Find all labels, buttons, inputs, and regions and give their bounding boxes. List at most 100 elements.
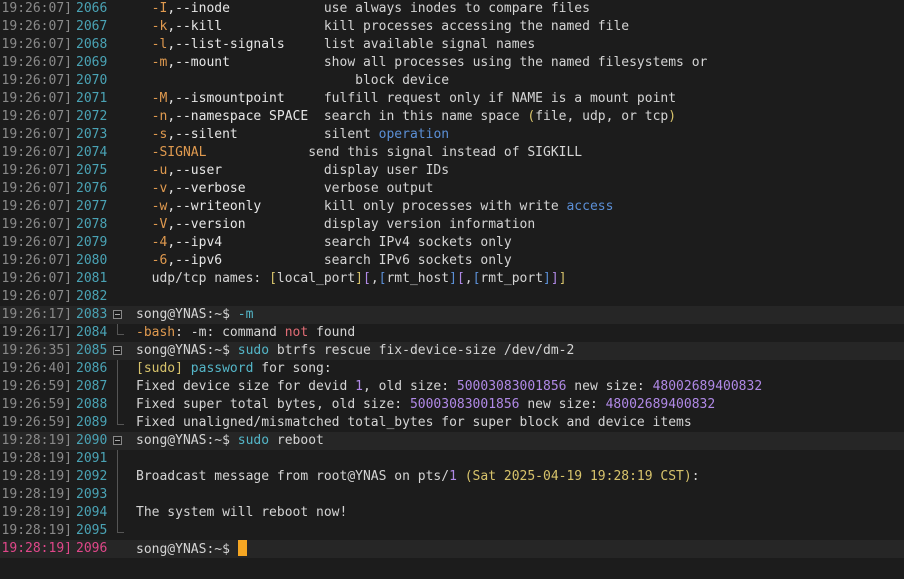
- text-segment: -M: [151, 91, 168, 106]
- line-number: 2071: [76, 91, 108, 106]
- text-segment: local_port: [276, 271, 356, 286]
- fold-gutter[interactable]: [112, 342, 126, 360]
- text-segment: [: [456, 271, 465, 286]
- text-segment: -I: [151, 1, 168, 16]
- line-number: 2068: [76, 37, 108, 52]
- line-text: -M,--ismountpoint fulfill request only i…: [136, 90, 676, 108]
- text-segment: ]: [355, 271, 363, 286]
- terminal-line: 19:26:59] 2089 Fixed unaligned/mismatched …: [0, 414, 904, 432]
- text-segment: -m: [151, 55, 168, 70]
- line-text: The system will reboot now!: [136, 504, 347, 522]
- line-number: 2090: [76, 433, 108, 448]
- terminal-line: 19:26:07] 2081 udp/tcp names: [local_port…: [0, 270, 904, 288]
- line-number: 2082: [76, 289, 108, 304]
- text-segment: (: [527, 109, 536, 124]
- text-segment: Fixed device size for devid: [136, 379, 356, 394]
- line-text: song@YNAS:~$ sudo btrfs rescue fix-devic…: [136, 342, 574, 360]
- terminal-line: 19:26:59] 2088 Fixed super total bytes, ol…: [0, 396, 904, 414]
- terminal-line: 19:26:17] 2083 song@YNAS:~$ -m: [0, 306, 904, 324]
- line-timestamp: 19:28:19]: [1, 523, 72, 538]
- terminal-line: 19:26:07] 2068 -l,--list-signals list ava…: [0, 36, 904, 54]
- text-segment: [: [363, 271, 371, 286]
- text-segment: ,: [370, 271, 379, 286]
- text-segment: [136, 19, 152, 34]
- line-number: 2075: [76, 163, 108, 178]
- fold-gutter[interactable]: [112, 306, 126, 324]
- line-timestamp: 19:26:17]: [1, 325, 72, 340]
- fold-toggle-icon[interactable]: [113, 436, 122, 445]
- text-segment: sudo: [237, 433, 270, 448]
- fold-line-icon: [117, 486, 118, 504]
- terminal-line: 19:26:35] 2085 song@YNAS:~$ sudo btrfs res…: [0, 342, 904, 360]
- text-segment: ,--verbose: [167, 181, 246, 196]
- line-timestamp: 19:28:19]: [1, 451, 72, 466]
- text-segment: -l: [151, 37, 168, 52]
- line-timestamp: 19:26:17]: [1, 307, 72, 322]
- line-timestamp: 19:28:19]: [1, 433, 72, 448]
- fold-toggle-icon[interactable]: [113, 310, 122, 319]
- fold-end-icon: [117, 324, 124, 335]
- line-text: song@YNAS:~$: [136, 540, 247, 559]
- text-segment: 48002689400832: [652, 379, 763, 394]
- text-segment: btrfs rescue fix-device-size /dev/dm-2: [269, 343, 575, 358]
- text-segment: reboot: [269, 433, 324, 448]
- text-segment: -V: [151, 217, 168, 232]
- terminal-line: 19:28:19] 2093: [0, 486, 904, 504]
- fold-gutter: [112, 486, 126, 504]
- text-segment: ,--ipv6: [167, 253, 223, 268]
- text-segment: display version information: [245, 217, 536, 232]
- text-segment: [136, 127, 152, 142]
- text-segment: silent: [237, 127, 379, 142]
- line-text: -v,--verbose verbose output: [136, 180, 434, 198]
- line-number: 2079: [76, 235, 108, 250]
- text-segment: fulfill request only if NAME is a mount …: [284, 91, 677, 106]
- terminal-line: 19:26:07] 2066 -I,--inode use always inod…: [0, 0, 904, 18]
- line-timestamp: 19:28:19]: [1, 487, 72, 502]
- fold-end-icon: [117, 414, 124, 425]
- text-segment: search in this name space: [308, 109, 528, 124]
- text-segment: 50003083001856: [409, 397, 520, 412]
- line-text: -m,--mount show all processes using the …: [136, 54, 708, 72]
- line-number: 2084: [76, 325, 108, 340]
- line-number: 2073: [76, 127, 108, 142]
- line-timestamp: 19:26:07]: [1, 235, 72, 250]
- line-timestamp: 19:26:07]: [1, 271, 72, 286]
- terminal-line: 19:26:07] 2076 -v,--verbose verbose outpu…: [0, 180, 904, 198]
- line-timestamp: 19:26:59]: [1, 415, 72, 430]
- text-segment: ,--namespace SPACE: [167, 109, 309, 124]
- fold-gutter: [112, 396, 126, 414]
- terminal-line: 19:26:07] 2079 -4,--ipv4 search IPv4 sock…: [0, 234, 904, 252]
- line-timestamp: 19:26:07]: [1, 145, 72, 160]
- text-segment: new size:: [519, 397, 606, 412]
- text-segment: for song:: [253, 361, 332, 376]
- fold-gutter[interactable]: [112, 432, 126, 450]
- terminal-line: 19:26:07] 2075 -u,--user display user IDs: [0, 162, 904, 180]
- terminal-line: 19:28:19] 2090 song@YNAS:~$ sudo reboot: [0, 432, 904, 450]
- line-text: song@YNAS:~$ sudo reboot: [136, 432, 324, 450]
- line-text: -SIGNAL send this signal instead of SIGK…: [136, 144, 582, 162]
- text-segment: [136, 109, 152, 124]
- text-segment: [136, 235, 152, 250]
- line-text: -4,--ipv4 search IPv4 sockets only: [136, 234, 512, 252]
- text-segment: rmt_port: [480, 271, 544, 286]
- text-segment: [136, 217, 152, 232]
- line-text: Fixed unaligned/mismatched total_bytes f…: [136, 414, 692, 432]
- line-number: 2092: [76, 469, 108, 484]
- terminal-line: 19:26:07] 2082: [0, 288, 904, 306]
- line-number: 2078: [76, 217, 108, 232]
- text-segment: display user IDs: [222, 163, 450, 178]
- fold-line-icon: [117, 396, 118, 414]
- line-timestamp: 19:26:07]: [1, 37, 72, 52]
- text-segment: send this signal instead of SIGKILL: [206, 145, 583, 160]
- line-timestamp: 19:26:07]: [1, 217, 72, 232]
- fold-line-icon: [117, 504, 118, 522]
- fold-toggle-icon[interactable]: [113, 346, 122, 355]
- line-timestamp: 19:26:07]: [1, 55, 72, 70]
- line-number: 2085: [76, 343, 108, 358]
- fold-gutter: [112, 360, 126, 378]
- line-timestamp: 19:26:07]: [1, 109, 72, 124]
- terminal-window[interactable]: 19:26:07] 2066 -I,--inode use always inod…: [0, 0, 904, 579]
- text-segment: access: [566, 199, 614, 214]
- text-segment: -n: [151, 109, 168, 124]
- line-text: -V,--version display version information: [136, 216, 536, 234]
